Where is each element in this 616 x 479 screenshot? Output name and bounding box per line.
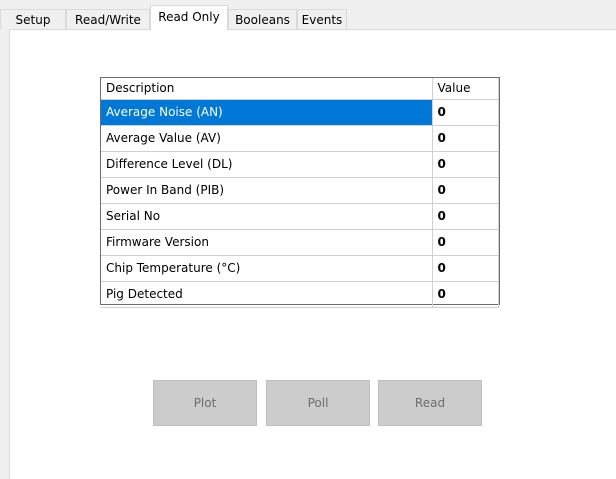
table-row[interactable]: Power In Band (PIB) 0 (101, 177, 499, 204)
tab-panel-read-only: Description Value Average Noise (AN) 0 A… (9, 29, 616, 479)
table-header-row: Description Value (101, 78, 499, 100)
row-description[interactable]: Average Noise (AN) (101, 99, 433, 126)
row-value[interactable]: 0 (432, 99, 499, 126)
table-row[interactable]: Pig Detected 0 (101, 281, 499, 308)
tab-bar: Setup Read/Write Read Only Booleans Even… (0, 0, 616, 30)
row-description[interactable]: Chip Temperature (°C) (101, 255, 433, 282)
row-description[interactable]: Pig Detected (101, 281, 433, 308)
tab-booleans[interactable]: Booleans (228, 9, 297, 29)
row-description[interactable]: Power In Band (PIB) (101, 177, 433, 204)
column-header-value[interactable]: Value (432, 78, 499, 100)
row-value[interactable]: 0 (432, 281, 499, 308)
table-row[interactable]: Difference Level (DL) 0 (101, 151, 499, 178)
row-value[interactable]: 0 (432, 255, 499, 282)
row-description[interactable]: Difference Level (DL) (101, 151, 433, 178)
row-value[interactable]: 0 (432, 177, 499, 204)
poll-button[interactable]: Poll (266, 380, 370, 426)
table-row[interactable]: Serial No 0 (101, 203, 499, 230)
tab-read-only[interactable]: Read Only (150, 5, 228, 30)
row-value[interactable]: 0 (432, 203, 499, 230)
tab-setup[interactable]: Setup (0, 9, 66, 29)
row-value[interactable]: 0 (432, 151, 499, 178)
row-description[interactable]: Firmware Version (101, 229, 433, 256)
table-row[interactable]: Average Value (AV) 0 (101, 125, 499, 152)
read-only-table: Description Value Average Noise (AN) 0 A… (101, 78, 499, 308)
column-header-description[interactable]: Description (101, 78, 433, 100)
read-only-grid[interactable]: Description Value Average Noise (AN) 0 A… (100, 77, 500, 308)
table-row[interactable]: Firmware Version 0 (101, 229, 499, 256)
row-description[interactable]: Serial No (101, 203, 433, 230)
table-row[interactable]: Chip Temperature (°C) 0 (101, 255, 499, 282)
tab-events[interactable]: Events (297, 9, 347, 29)
read-button[interactable]: Read (378, 380, 482, 426)
tab-read-write[interactable]: Read/Write (66, 9, 150, 29)
row-description[interactable]: Average Value (AV) (101, 125, 433, 152)
row-value[interactable]: 0 (432, 229, 499, 256)
row-value[interactable]: 0 (432, 125, 499, 152)
table-row[interactable]: Average Noise (AN) 0 (101, 99, 499, 126)
plot-button[interactable]: Plot (153, 380, 257, 426)
